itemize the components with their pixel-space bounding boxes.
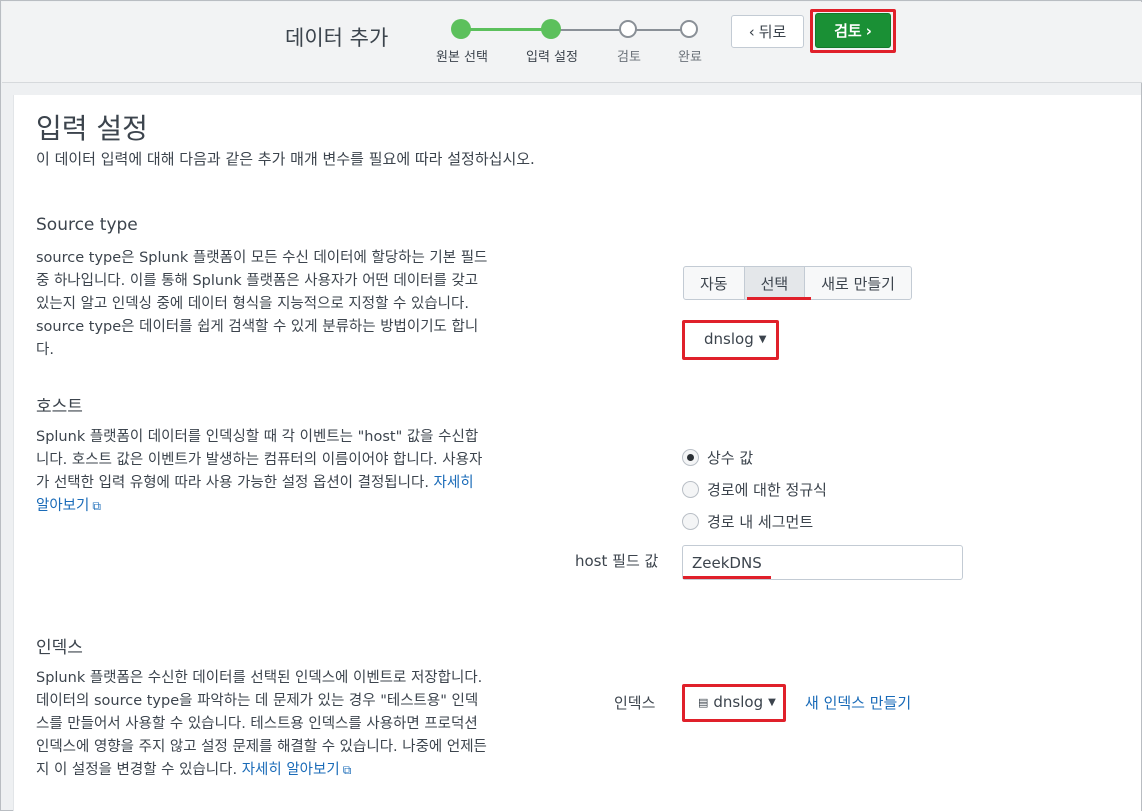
host-description-text: Splunk 플랫폼이 데이터를 인덱싱할 때 각 이벤트는 "host" 값을… <box>36 429 483 491</box>
index-dropdown[interactable]: ▤ dnslog ▼ <box>698 693 776 711</box>
host-option-constant[interactable]: 상수 값 <box>682 447 827 468</box>
step-connector-done <box>461 28 551 31</box>
database-icon: ▤ <box>698 695 709 709</box>
radio-icon[interactable] <box>682 513 699 530</box>
step-indicator: 원본 선택 입력 설정 검토 완료 <box>2 2 762 82</box>
chevron-left-icon: ‹ <box>748 22 755 41</box>
mode-auto-button[interactable]: 자동 <box>684 267 745 299</box>
radio-icon[interactable] <box>682 481 699 498</box>
source-type-mode-selector: 자동 선택 새로 만들기 <box>683 266 912 300</box>
step-label-4: 완료 <box>678 50 702 65</box>
step-dot-3 <box>619 20 637 38</box>
step-label-1: 원본 선택 <box>436 50 488 65</box>
host-field-input[interactable]: ZeekDNS <box>682 545 963 580</box>
radio-selected-icon[interactable] <box>682 449 699 466</box>
index-field-label: 인덱스 <box>614 694 656 712</box>
external-link-icon: ⧉ <box>342 763 352 777</box>
index-learn-more-link[interactable]: 자세히 알아보기 ⧉ <box>242 762 352 778</box>
index-description: Splunk 플랫폼은 수신한 데이터를 선택된 인덱스에 이벤트로 저장합니다… <box>36 667 491 782</box>
mode-select-button[interactable]: 선택 <box>744 267 806 299</box>
step-dot-1 <box>451 19 471 39</box>
host-option-segment[interactable]: 경로 내 세그먼트 <box>682 511 827 532</box>
back-button-label: 뒤로 <box>758 23 787 41</box>
host-field-highlight <box>683 576 771 579</box>
index-heading: 인덱스 <box>36 638 83 658</box>
host-option-group: 상수 값 경로에 대한 정규식 경로 내 세그먼트 <box>682 447 827 532</box>
mode-create-button[interactable]: 새로 만들기 <box>805 267 911 299</box>
step-dot-4 <box>680 20 698 38</box>
source-type-description: source type은 Splunk 플랫폼이 모든 수신 데이터에 할당하는… <box>36 250 488 358</box>
mode-select-highlight <box>747 297 811 300</box>
page-subtitle: 이 데이터 입력에 대해 다음과 같은 추가 매개 변수를 필요에 따라 설정하… <box>36 150 535 168</box>
input-settings-panel: 입력 설정 이 데이터 입력에 대해 다음과 같은 추가 매개 변수를 필요에 … <box>13 95 1141 811</box>
caret-down-icon: ▼ <box>758 333 767 345</box>
host-option-regex[interactable]: 경로에 대한 정규식 <box>682 479 827 500</box>
source-type-heading: Source type <box>36 215 138 235</box>
host-option-regex-label: 경로에 대한 정규식 <box>707 481 827 499</box>
chevron-right-icon: › <box>865 21 872 40</box>
host-option-constant-label: 상수 값 <box>707 449 754 467</box>
external-link-icon: ⧉ <box>92 499 101 513</box>
wizard-header: 데이터 추가 원본 선택 입력 설정 검토 완료 ‹ 뒤로 검토 › <box>2 2 1142 83</box>
source-type-dropdown[interactable]: dnslog ▼ <box>704 330 767 348</box>
window-frame: 데이터 추가 원본 선택 입력 설정 검토 완료 ‹ 뒤로 검토 › 입력 설정… <box>0 0 1142 811</box>
step-dot-2 <box>541 19 561 39</box>
create-index-link[interactable]: 새 인덱스 만들기 <box>805 692 911 713</box>
page-title: 입력 설정 <box>36 112 148 145</box>
host-heading: 호스트 <box>36 397 83 417</box>
back-button[interactable]: ‹ 뒤로 <box>731 15 804 48</box>
host-field-label: host 필드 값 <box>575 552 659 570</box>
host-description: Splunk 플랫폼이 데이터를 인덱싱할 때 각 이벤트는 "host" 값을… <box>36 426 486 518</box>
index-value: dnslog <box>713 693 764 711</box>
host-option-segment-label: 경로 내 세그먼트 <box>707 513 814 531</box>
step-label-2: 입력 설정 <box>526 50 578 65</box>
step-label-3: 검토 <box>617 50 641 65</box>
review-next-button[interactable]: 검토 › <box>815 13 891 48</box>
host-field-value: ZeekDNS <box>692 553 762 572</box>
review-next-label: 검토 <box>834 22 862 40</box>
caret-down-icon: ▼ <box>768 696 776 708</box>
source-type-value: dnslog <box>704 330 754 348</box>
